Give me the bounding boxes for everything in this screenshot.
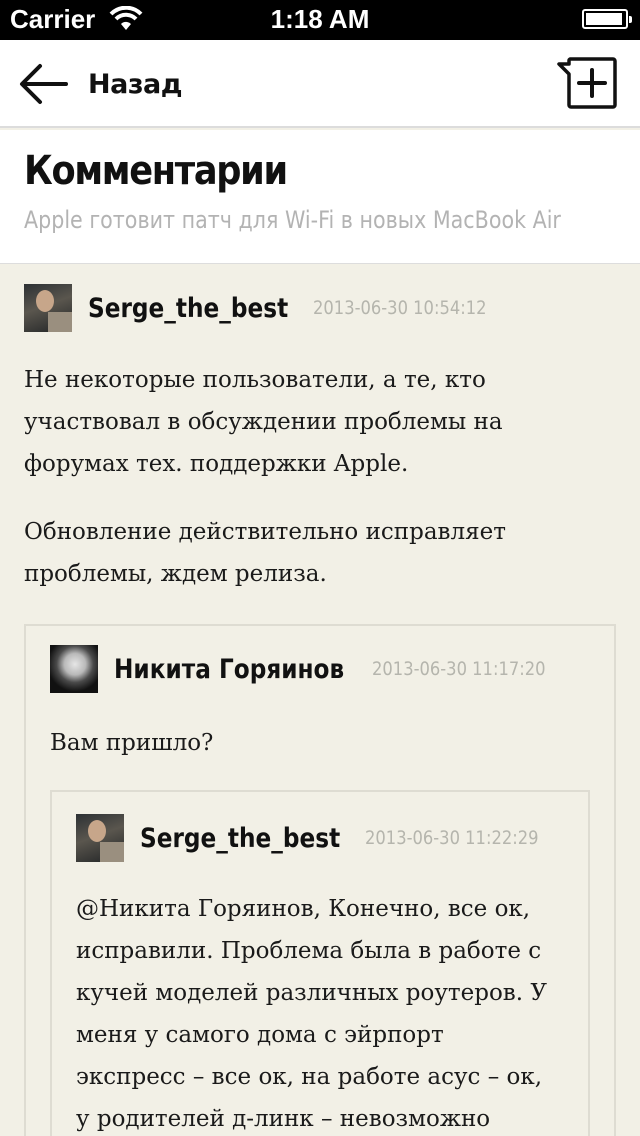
text-line: Не некоторые пользователи, а те, кто bbox=[24, 367, 486, 393]
comment-text: @Никита Горяинов, Конечно, все ок, испра… bbox=[76, 888, 576, 1136]
comment-timestamp: 2013-06-30 11:17:20 bbox=[371, 658, 546, 680]
arrow-left-icon bbox=[20, 64, 68, 104]
avatar[interactable] bbox=[24, 284, 72, 332]
comment-header: Serge_the_best 2013-06-30 11:22:29 bbox=[76, 814, 567, 862]
text-line: проблемы, ждем релиза. bbox=[24, 561, 327, 587]
status-bar: Carrier 1:18 AM bbox=[0, 0, 640, 40]
text-line: Обновление действительно исправляет bbox=[24, 519, 506, 545]
text-line: форумах тех. поддержки Apple. bbox=[24, 451, 409, 477]
add-comment-icon[interactable] bbox=[556, 56, 618, 112]
comment-author[interactable]: Serge_the_best bbox=[88, 293, 288, 324]
text-line: участвовал в обсуждении проблемы на bbox=[24, 409, 503, 435]
text-line: экспресс – все ок, на работе асус – ок, bbox=[76, 1064, 543, 1090]
battery-icon bbox=[582, 9, 632, 29]
text-line: Вам пришло? bbox=[50, 730, 214, 756]
text-line: меня у самого дома с эйрпорт bbox=[76, 1022, 444, 1048]
comment-header: Serge_the_best 2013-06-30 10:54:12 bbox=[24, 284, 515, 332]
comment-text: Вам пришло? bbox=[50, 722, 590, 764]
clock: 1:18 AM bbox=[270, 4, 370, 34]
avatar[interactable] bbox=[76, 814, 124, 862]
text-line: @Никита Горяинов, Конечно, все ок, bbox=[76, 896, 531, 922]
comment-header: Никита Горяинов 2013-06-30 11:17:20 bbox=[50, 645, 573, 693]
text-line: исправили. Проблема была в работе с bbox=[76, 938, 542, 964]
reply: Serge_the_best 2013-06-30 11:22:29 @Ники… bbox=[50, 790, 590, 1136]
text-line: кучей моделей различных роутеров. У bbox=[76, 980, 547, 1006]
comment-author[interactable]: Никита Горяинов bbox=[114, 654, 344, 685]
comment-author[interactable]: Serge_the_best bbox=[140, 823, 340, 854]
comments-list[interactable]: Serge_the_best 2013-06-30 10:54:12 Не не… bbox=[0, 264, 640, 1136]
page-header: Комментарии Apple готовит патч для Wi-Fi… bbox=[0, 130, 640, 264]
comment-timestamp: 2013-06-30 10:54:12 bbox=[312, 297, 487, 319]
navigation-bar: Назад bbox=[0, 40, 640, 128]
back-label: Назад bbox=[88, 68, 183, 100]
comment-timestamp: 2013-06-30 11:22:29 bbox=[364, 827, 539, 849]
comment-text: Не некоторые пользователи, а те, кто уча… bbox=[24, 359, 624, 595]
reply: Никита Горяинов 2013-06-30 11:17:20 Вам … bbox=[24, 624, 616, 1136]
avatar[interactable] bbox=[50, 645, 98, 693]
back-button[interactable]: Назад bbox=[18, 56, 183, 112]
page-title: Комментарии bbox=[24, 148, 288, 194]
article-title[interactable]: Apple готовит патч для Wi-Fi в новых Mac… bbox=[24, 206, 561, 234]
text-line: у родителей д-линк – невозможно bbox=[76, 1106, 491, 1132]
